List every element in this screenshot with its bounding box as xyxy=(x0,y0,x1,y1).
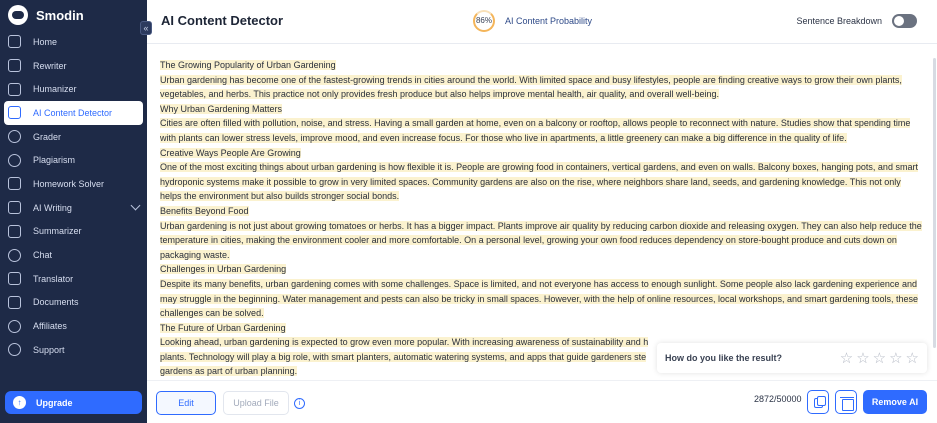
chevron-down-icon[interactable] xyxy=(130,200,141,211)
sidebar-item-affiliates[interactable]: Affiliates xyxy=(0,314,147,338)
sidebar-item-label: Grader xyxy=(33,131,62,142)
text-line: Cities are often filled with pollution, … xyxy=(160,118,911,143)
sidebar-item-homework-solver[interactable]: Homework Solver xyxy=(0,172,147,196)
star-icon[interactable]: ☆ xyxy=(906,349,919,367)
brand[interactable]: Smodin xyxy=(0,0,147,30)
sidebar-nav: Home Rewriter Humanizer AI Content Detec… xyxy=(0,30,147,362)
writing-icon xyxy=(8,201,21,215)
sidebar-item-rewriter[interactable]: Rewriter xyxy=(0,54,147,78)
page-title: AI Content Detector xyxy=(161,13,284,28)
upgrade-label: Upgrade xyxy=(36,397,73,408)
documents-icon xyxy=(8,295,21,309)
smodin-logo-icon xyxy=(8,5,28,25)
sidebar-item-label: Homework Solver xyxy=(33,178,105,189)
info-icon[interactable]: i xyxy=(294,398,305,409)
copy-button[interactable] xyxy=(807,390,829,414)
star-icon[interactable]: ☆ xyxy=(856,349,869,367)
sidebar-item-label: Documents xyxy=(33,297,79,308)
sidebar-item-home[interactable]: Home xyxy=(0,30,147,54)
star-icon[interactable]: ☆ xyxy=(840,349,853,367)
feedback-popup: How do you like the result? ☆ ☆ ☆ ☆ ☆ xyxy=(657,343,927,373)
character-counter: 2872/50000 xyxy=(754,394,802,404)
sentence-breakdown-toggle[interactable] xyxy=(892,14,917,28)
sidebar-item-label: Affiliates xyxy=(33,321,67,332)
sidebar-item-label: Home xyxy=(33,36,58,47)
header: AI Content Detector 86% AI Content Proba… xyxy=(147,0,937,44)
translator-icon xyxy=(8,272,21,286)
sidebar-item-label: Summarizer xyxy=(33,226,82,237)
sidebar-item-label: Support xyxy=(33,344,65,355)
text-line: One of the most exciting things about ur… xyxy=(160,162,918,202)
sidebar-item-documents[interactable]: Documents xyxy=(0,291,147,315)
probability-gauge: 86% xyxy=(473,10,495,32)
star-icon[interactable]: ☆ xyxy=(889,349,902,367)
text-line: Benefits Beyond Food xyxy=(160,205,249,216)
main-panel: AI Content Detector 86% AI Content Proba… xyxy=(147,0,937,423)
sidebar-item-label: AI Writing xyxy=(33,202,72,213)
sidebar-item-label: AI Content Detector xyxy=(33,107,113,118)
probability-label: AI Content Probability xyxy=(505,16,593,26)
analyzed-text[interactable]: The Growing Popularity of Urban Gardenin… xyxy=(160,58,923,376)
sentence-breakdown-label: Sentence Breakdown xyxy=(796,16,882,26)
sidebar-item-translator[interactable]: Translator xyxy=(0,267,147,291)
sidebar: Smodin « Home Rewriter Humanizer AI Cont… xyxy=(0,0,152,423)
text-line: The Future of Urban Gardening xyxy=(160,322,286,333)
star-icon[interactable]: ☆ xyxy=(873,349,886,367)
sidebar-item-label: Rewriter xyxy=(33,60,67,71)
affiliates-icon xyxy=(8,319,21,333)
text-line: Challenges in Urban Gardening xyxy=(160,264,287,275)
footer-toolbar: Edit Upload File i 2872/50000 Remove AI xyxy=(147,380,937,423)
text-line: Urban gardening is not just about growin… xyxy=(160,220,922,260)
remove-ai-button[interactable]: Remove AI xyxy=(863,390,927,414)
text-line: Despite its many benefits, urban gardeni… xyxy=(160,278,919,319)
humanizer-icon xyxy=(8,82,21,96)
sidebar-item-humanizer[interactable]: Humanizer xyxy=(0,77,147,101)
brand-name: Smodin xyxy=(36,7,84,23)
chat-icon xyxy=(8,248,21,262)
sidebar-item-summarizer[interactable]: Summarizer xyxy=(0,220,147,244)
homework-icon xyxy=(8,177,21,191)
support-icon xyxy=(8,343,21,357)
sidebar-item-label: Translator xyxy=(33,273,74,284)
ai-probability: 86% AI Content Probability xyxy=(473,10,592,32)
sidebar-item-label: Plagiarism xyxy=(33,155,76,166)
detector-icon xyxy=(8,106,21,120)
rewriter-icon xyxy=(8,59,21,73)
upgrade-arrow-icon: ↑ xyxy=(13,396,26,409)
edit-button[interactable]: Edit xyxy=(156,391,216,415)
content-scrollbar[interactable] xyxy=(933,58,936,348)
text-line: Creative Ways People Are Growing xyxy=(160,147,301,158)
delete-button[interactable] xyxy=(835,390,857,414)
sidebar-item-support[interactable]: Support xyxy=(0,338,147,362)
sidebar-item-label: Chat xyxy=(33,250,53,261)
text-line: Urban gardening has become one of the fa… xyxy=(160,74,902,100)
upload-file-button[interactable]: Upload File xyxy=(223,391,289,415)
sidebar-item-chat[interactable]: Chat xyxy=(0,243,147,267)
plagiarism-icon xyxy=(8,153,21,167)
sidebar-item-ai-writing[interactable]: AI Writing xyxy=(0,196,147,220)
toggle-knob xyxy=(894,16,904,26)
text-line: Why Urban Gardening Matters xyxy=(160,103,283,114)
text-line: The Growing Popularity of Urban Gardenin… xyxy=(160,60,336,70)
home-icon xyxy=(8,35,21,49)
upgrade-button[interactable]: ↑ Upgrade xyxy=(5,391,142,414)
grader-icon xyxy=(8,130,21,144)
sidebar-item-label: Humanizer xyxy=(33,84,77,95)
sidebar-item-grader[interactable]: Grader xyxy=(0,125,147,149)
rating-stars: ☆ ☆ ☆ ☆ ☆ xyxy=(840,349,919,367)
summarizer-icon xyxy=(8,224,21,238)
sidebar-item-plagiarism[interactable]: Plagiarism xyxy=(0,148,147,172)
sidebar-item-ai-content-detector[interactable]: AI Content Detector xyxy=(4,101,143,125)
feedback-question: How do you like the result? xyxy=(665,353,783,363)
